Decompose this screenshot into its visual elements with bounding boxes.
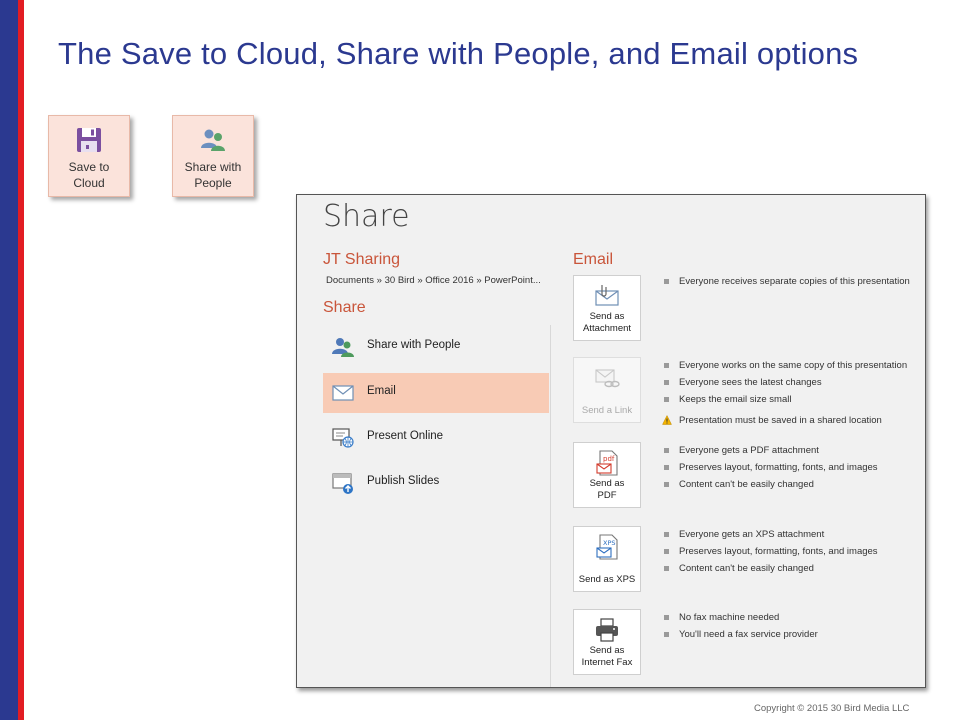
fax-bullets: No fax machine needed You'll need a fax … (663, 611, 818, 645)
left-blue-bar (0, 0, 18, 720)
people-icon (332, 338, 354, 357)
warning-item: Presentation must be saved in a shared l… (662, 414, 907, 431)
xps-icon: XPS (596, 534, 618, 560)
menu-item-label: Share with People (367, 339, 461, 351)
bullet-item: Everyone works on the same copy of this … (663, 359, 907, 376)
bullet-item: Preserves layout, formatting, fonts, and… (663, 545, 878, 562)
send-as-attachment-button[interactable]: Send as Attachment (573, 275, 641, 341)
xps-bullets: Everyone gets an XPS attachment Preserve… (663, 528, 878, 579)
svg-text:XPS: XPS (603, 539, 616, 547)
pdf-icon: pdf (596, 450, 618, 476)
document-name: JT Sharing (323, 251, 401, 268)
send-a-link-button[interactable]: Send a Link (573, 357, 641, 423)
bullet-item: Everyone gets an XPS attachment (663, 528, 878, 545)
svg-text:pdf: pdf (603, 455, 615, 463)
option-label: Send as Internet Fax (581, 645, 633, 668)
present-online-icon (332, 428, 354, 448)
menu-item-label: Publish Slides (367, 475, 440, 487)
tile-label: Save to Cloud (68, 160, 110, 190)
option-label: Send as XPS (578, 574, 636, 585)
send-as-xps-button[interactable]: XPS Send as XPS (573, 526, 641, 592)
fax-icon (596, 618, 618, 642)
send-as-pdf-button[interactable]: pdf Send as PDF (573, 442, 641, 508)
envelope-icon (332, 385, 354, 401)
floppy-disk-icon (77, 128, 101, 152)
warning-icon (662, 415, 672, 425)
copyright-text: Copyright © 2015 30 Bird Media LLC (754, 703, 910, 714)
link-bullets: Everyone works on the same copy of this … (662, 359, 907, 431)
column-divider (550, 325, 551, 687)
bullet-item: Everyone gets a PDF attachment (663, 444, 878, 461)
bullet-item: No fax machine needed (663, 611, 818, 628)
menu-item-present-online[interactable]: Present Online (323, 418, 549, 458)
bullet-item: Content can't be easily changed (663, 478, 878, 495)
bullet-item: Everyone sees the latest changes (663, 376, 907, 393)
people-icon (201, 129, 225, 151)
attachment-bullets: Everyone receives separate copies of thi… (663, 275, 910, 292)
attachment-icon (595, 285, 619, 306)
share-with-people-tile-button[interactable]: Share with People (172, 115, 254, 197)
menu-item-publish-slides[interactable]: Publish Slides (323, 463, 549, 503)
warning-text: Presentation must be saved in a shared l… (679, 415, 882, 426)
link-icon (595, 369, 620, 388)
menu-item-label: Present Online (367, 430, 444, 442)
panel-title: Share (323, 199, 410, 234)
bullet-item: Keeps the email size small (663, 393, 907, 410)
pdf-bullets: Everyone gets a PDF attachment Preserves… (663, 444, 878, 495)
bullet-item: Everyone receives separate copies of thi… (663, 275, 910, 292)
bullet-item: Content can't be easily changed (663, 562, 878, 579)
save-to-cloud-button[interactable]: Save to Cloud (48, 115, 130, 197)
share-backstage-panel: Share JT Sharing Documents » 30 Bird » O… (296, 194, 926, 688)
bullet-item: Preserves layout, formatting, fonts, and… (663, 461, 878, 478)
menu-item-label: Email (367, 385, 396, 397)
bullet-item: You'll need a fax service provider (663, 628, 818, 645)
left-red-bar (18, 0, 24, 720)
menu-item-share-with-people[interactable]: Share with People (323, 327, 549, 367)
option-label: Send a Link (581, 405, 633, 416)
option-label: Send as PDF (589, 478, 625, 501)
slide-title: The Save to Cloud, Share with People, an… (58, 36, 859, 71)
option-label: Send as Attachment (582, 311, 632, 334)
share-section-heading: Share (323, 299, 366, 316)
document-path: Documents » 30 Bird » Office 2016 » Powe… (326, 275, 541, 286)
tile-label: Share with People (184, 160, 242, 190)
menu-item-email[interactable]: Email (323, 373, 549, 413)
email-heading: Email (573, 251, 614, 268)
send-as-internet-fax-button[interactable]: Send as Internet Fax (573, 609, 641, 675)
publish-slides-icon (332, 473, 353, 494)
